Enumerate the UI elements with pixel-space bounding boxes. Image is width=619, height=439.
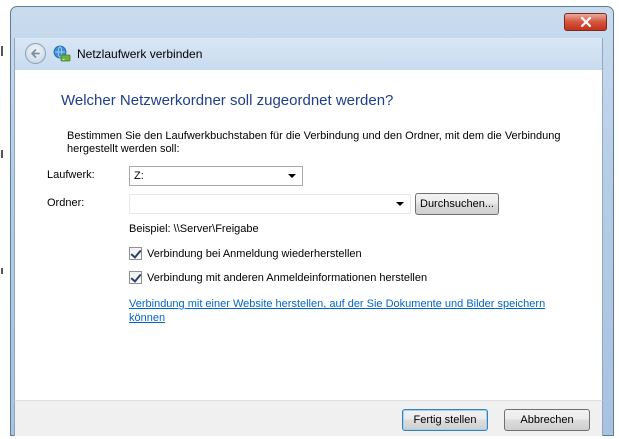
dialog-content: Welcher Netzwerkordner soll zugeordnet w… (14, 70, 603, 400)
chevron-down-icon[interactable] (396, 202, 404, 206)
other-credentials-checkbox[interactable] (129, 271, 142, 284)
other-credentials-label[interactable]: Verbindung mit anderen Anmeldeinformatio… (147, 272, 427, 284)
window-title: Netzlaufwerk verbinden (77, 47, 203, 61)
other-credentials-option[interactable]: Verbindung mit anderen Anmeldeinformatio… (129, 271, 427, 284)
drive-letter-select[interactable]: Z: (129, 166, 303, 186)
background-mark (1, 150, 3, 158)
reconnect-label[interactable]: Verbindung bei Anmeldung wiederherstelle… (147, 248, 362, 260)
network-drive-icon (53, 45, 71, 62)
drive-letter-value: Z: (134, 170, 144, 182)
drive-label: Laufwerk: (47, 169, 95, 181)
back-arrow-icon (31, 49, 40, 58)
page-heading: Welcher Netzwerkordner soll zugeordnet w… (61, 92, 394, 109)
reconnect-option[interactable]: Verbindung bei Anmeldung wiederherstelle… (129, 247, 362, 260)
close-icon (580, 17, 591, 27)
dialog-footer: Fertig stellen Abbrechen (14, 400, 603, 436)
cancel-button[interactable]: Abbrechen (504, 409, 590, 431)
folder-combobox[interactable] (129, 194, 411, 214)
navigation-bar: Netzlaufwerk verbinden (14, 38, 603, 70)
back-button[interactable] (25, 43, 46, 64)
website-connect-link[interactable]: Verbindung mit einer Website herstellen,… (129, 297, 569, 325)
folder-input[interactable] (132, 197, 382, 211)
finish-button[interactable]: Fertig stellen (402, 409, 488, 431)
background-mark (1, 268, 3, 274)
browse-button[interactable]: Durchsuchen... (415, 193, 499, 215)
close-button[interactable] (564, 13, 607, 31)
chevron-down-icon (288, 174, 296, 178)
folder-label: Ordner: (47, 197, 85, 209)
reconnect-checkbox[interactable] (129, 247, 142, 260)
description-text: Bestimmen Sie den Laufwerkbuchstaben für… (67, 130, 561, 155)
folder-example-hint: Beispiel: \\Server\Freigabe (129, 223, 259, 235)
background-mark (1, 46, 3, 56)
